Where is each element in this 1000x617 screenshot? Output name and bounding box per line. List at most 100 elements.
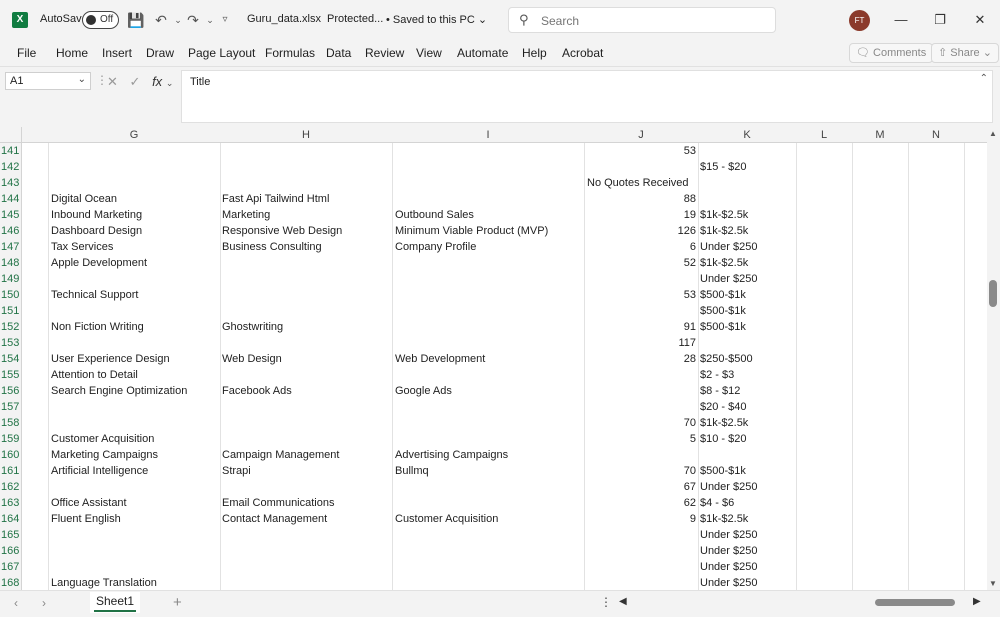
formula-input[interactable]: Title ⌃ [181, 70, 993, 123]
cell-h[interactable]: Responsive Web Design [222, 223, 390, 239]
cell-h[interactable]: Business Consulting [222, 239, 390, 255]
excel-logo-icon[interactable]: X [12, 12, 28, 28]
scroll-right-icon[interactable]: ▶ [973, 596, 981, 607]
cell-j[interactable]: 28 [587, 351, 696, 367]
avatar[interactable]: FT [849, 10, 870, 31]
row-header[interactable]: 162 [0, 479, 22, 495]
cell-k[interactable]: $4 - $6 [700, 495, 795, 511]
minimize-icon[interactable]: — [891, 10, 911, 30]
row-header[interactable]: 148 [0, 255, 22, 271]
cell-j[interactable]: 6 [587, 239, 696, 255]
next-sheet-icon[interactable]: › [42, 596, 46, 610]
row-header[interactable]: 143 [0, 175, 22, 191]
cell-h[interactable]: Campaign Management [222, 447, 390, 463]
cell-h[interactable]: Strapi [222, 463, 390, 479]
cell-h[interactable]: Facebook Ads [222, 383, 390, 399]
add-sheet-button[interactable]: + [173, 594, 182, 611]
row-header[interactable]: 159 [0, 431, 22, 447]
cell-j[interactable]: 70 [587, 463, 696, 479]
prev-sheet-icon[interactable]: ‹ [14, 596, 18, 610]
tab-home[interactable]: Home [56, 46, 88, 60]
cell-g[interactable]: Fluent English [51, 511, 219, 527]
cell-j[interactable]: 52 [587, 255, 696, 271]
cell-j[interactable]: 91 [587, 319, 696, 335]
column-header-l[interactable]: L [796, 127, 852, 143]
sheet-tab-active[interactable]: Sheet1 [90, 592, 141, 613]
cell-h[interactable]: Email Communications [222, 495, 390, 511]
tab-help[interactable]: Help [522, 46, 547, 60]
save-status[interactable]: • Saved to this PC ⌄ [386, 13, 487, 26]
name-box[interactable]: A1 ⌄ [5, 72, 91, 90]
row-header[interactable]: 163 [0, 495, 22, 511]
cell-k[interactable]: $500-$1k [700, 319, 795, 335]
search-box[interactable]: ⚲ [508, 7, 776, 33]
autosave-toggle[interactable]: Off [82, 11, 119, 29]
column-header-i[interactable]: I [392, 127, 584, 143]
spreadsheet-grid[interactable]: G H I J K L M N 141 53 142 $15 - $20 143 No Quotes Re… [0, 127, 987, 590]
more-options-icon[interactable]: ⋮ [600, 595, 612, 609]
cell-k[interactable]: Under $250 [700, 559, 795, 575]
cell-g[interactable]: Inbound Marketing [51, 207, 219, 223]
row-header[interactable]: 166 [0, 543, 22, 559]
row-header[interactable]: 141 [0, 143, 22, 159]
cell-i[interactable]: Google Ads [395, 383, 583, 399]
cell-j[interactable]: 9 [587, 511, 696, 527]
chevron-up-icon[interactable]: ⌃ [980, 73, 988, 84]
tab-automate[interactable]: Automate [457, 46, 508, 60]
cell-j[interactable]: 67 [587, 479, 696, 495]
scroll-up-icon[interactable]: ▲ [989, 129, 997, 138]
cell-j[interactable]: 117 [587, 335, 696, 351]
cell-k[interactable]: $10 - $20 [700, 431, 795, 447]
column-header-j[interactable]: J [584, 127, 698, 143]
cell-j[interactable]: No Quotes Received [587, 175, 717, 191]
cell-j[interactable]: 88 [587, 191, 696, 207]
tab-view[interactable]: View [416, 46, 442, 60]
cell-g[interactable]: Tax Services [51, 239, 219, 255]
scroll-left-icon[interactable]: ◀ [619, 596, 627, 607]
cell-g[interactable]: Dashboard Design [51, 223, 219, 239]
tab-insert[interactable]: Insert [102, 46, 132, 60]
column-header-h[interactable]: H [220, 127, 392, 143]
row-header[interactable]: 145 [0, 207, 22, 223]
horizontal-scroll-thumb[interactable] [875, 599, 955, 606]
tab-formulas[interactable]: Formulas [265, 46, 315, 60]
cell-h[interactable]: Ghostwriting [222, 319, 390, 335]
row-header[interactable]: 144 [0, 191, 22, 207]
column-header-m[interactable]: M [852, 127, 908, 143]
tab-page-layout[interactable]: Page Layout [188, 46, 255, 60]
cell-g[interactable]: Language Translation [51, 575, 219, 590]
row-header[interactable]: 161 [0, 463, 22, 479]
row-header[interactable]: 150 [0, 287, 22, 303]
close-icon[interactable]: ✕ [970, 10, 990, 30]
cell-k[interactable]: $20 - $40 [700, 399, 795, 415]
row-header[interactable]: 155 [0, 367, 22, 383]
cell-g[interactable]: Non Fiction Writing [51, 319, 219, 335]
cell-j[interactable]: 19 [587, 207, 696, 223]
cell-k[interactable]: $500-$1k [700, 287, 795, 303]
row-header[interactable]: 160 [0, 447, 22, 463]
cell-g[interactable]: Search Engine Optimization [51, 383, 219, 399]
cell-g[interactable]: Customer Acquisition [51, 431, 219, 447]
tab-acrobat[interactable]: Acrobat [562, 46, 603, 60]
cancel-icon[interactable]: ✕ [107, 74, 118, 89]
chevron-down-icon[interactable]: ⌄ [166, 78, 174, 88]
cell-g[interactable]: Digital Ocean [51, 191, 219, 207]
row-header[interactable]: 157 [0, 399, 22, 415]
comments-button[interactable]: 🗨 Comments [849, 43, 934, 63]
row-header[interactable]: 158 [0, 415, 22, 431]
tab-review[interactable]: Review [365, 46, 404, 60]
scroll-down-icon[interactable]: ▼ [989, 579, 997, 588]
cell-j[interactable]: 53 [587, 143, 696, 159]
customize-toolbar-icon[interactable]: ▿ [216, 11, 234, 29]
cell-k[interactable]: Under $250 [700, 527, 795, 543]
cell-i[interactable]: Bullmq [395, 463, 583, 479]
select-all-corner[interactable] [0, 127, 22, 143]
row-header[interactable]: 164 [0, 511, 22, 527]
cell-k[interactable]: $500-$1k [700, 303, 795, 319]
cell-k[interactable]: Under $250 [700, 239, 795, 255]
cell-i[interactable]: Outbound Sales [395, 207, 583, 223]
cell-k[interactable]: $500-$1k [700, 463, 795, 479]
cell-i[interactable]: Minimum Viable Product (MVP) [395, 223, 583, 239]
row-header[interactable]: 147 [0, 239, 22, 255]
cell-j[interactable]: 126 [587, 223, 696, 239]
